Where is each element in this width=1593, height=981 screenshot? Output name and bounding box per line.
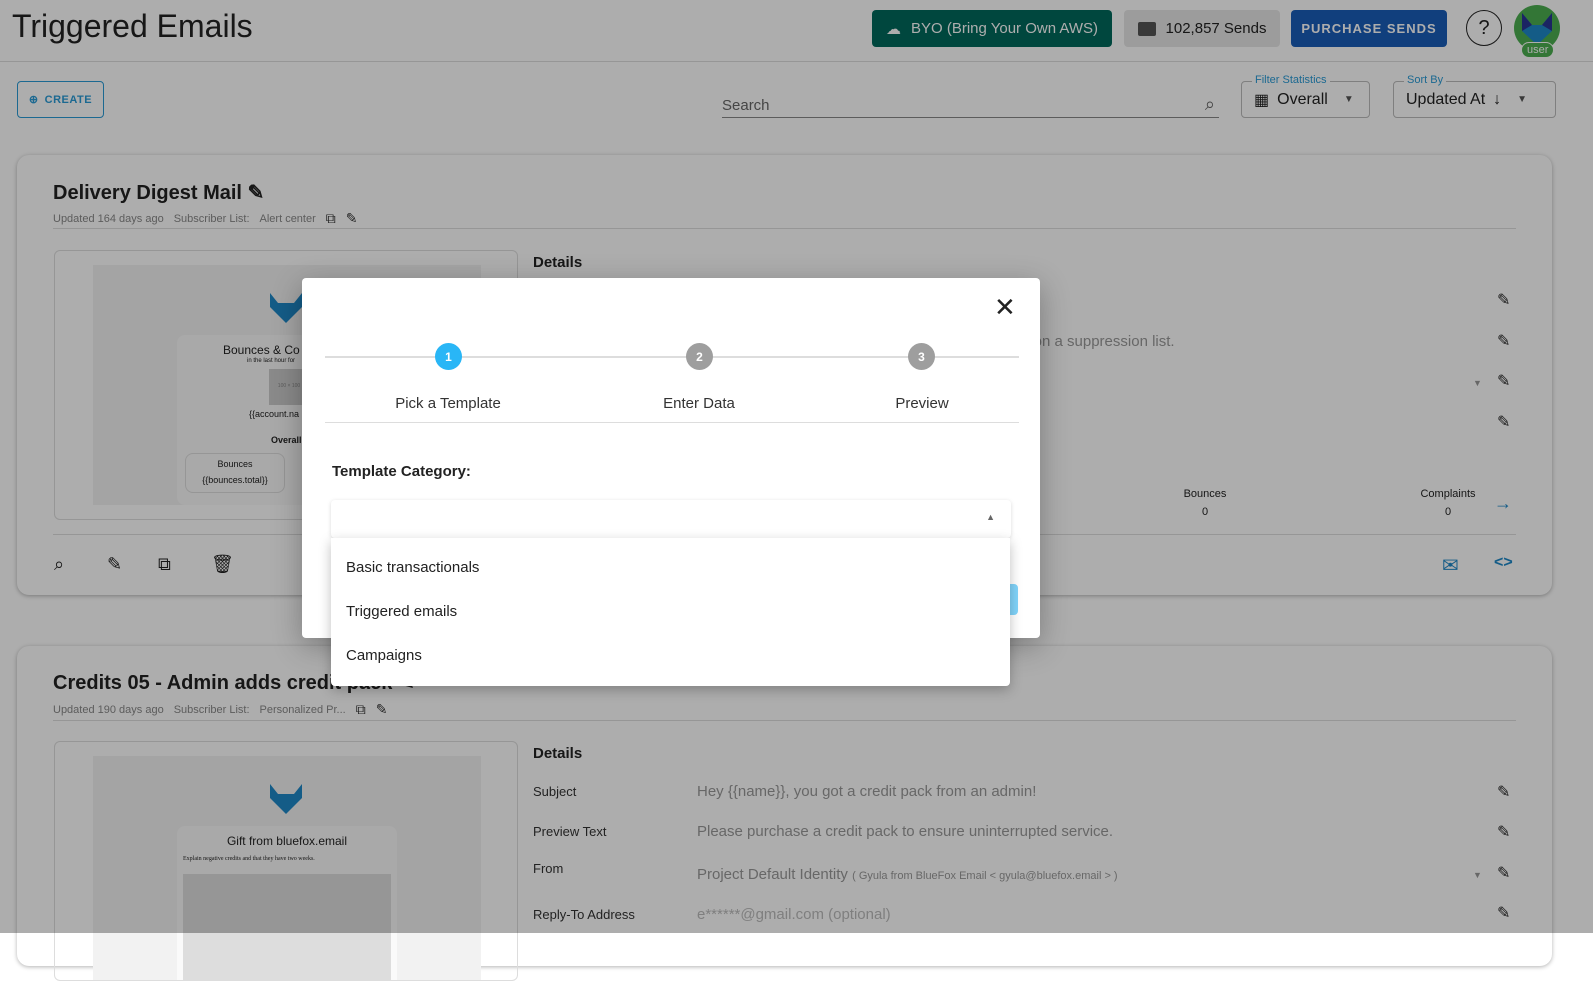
template-category-menu: Basic transactionals Triggered emails Ca… — [331, 538, 1010, 686]
template-category-select[interactable]: ▲ — [331, 500, 1011, 538]
close-icon[interactable]: ✕ — [994, 292, 1016, 323]
step-2-label: Enter Data — [663, 395, 735, 412]
chevron-up-icon: ▲ — [986, 512, 995, 522]
step-3-label: Preview — [895, 395, 949, 412]
step-2-indicator[interactable]: 2 — [686, 343, 713, 370]
step-1-indicator[interactable]: 1 — [435, 343, 462, 370]
divider — [325, 422, 1019, 423]
step-1-label: Pick a Template — [395, 395, 501, 412]
menu-item-triggered-emails[interactable]: Triggered emails — [346, 603, 457, 620]
menu-item-campaigns[interactable]: Campaigns — [346, 647, 422, 664]
step-3-indicator[interactable]: 3 — [908, 343, 935, 370]
template-category-label: Template Category: — [332, 463, 471, 480]
menu-item-basic-transactionals[interactable]: Basic transactionals — [346, 559, 479, 576]
